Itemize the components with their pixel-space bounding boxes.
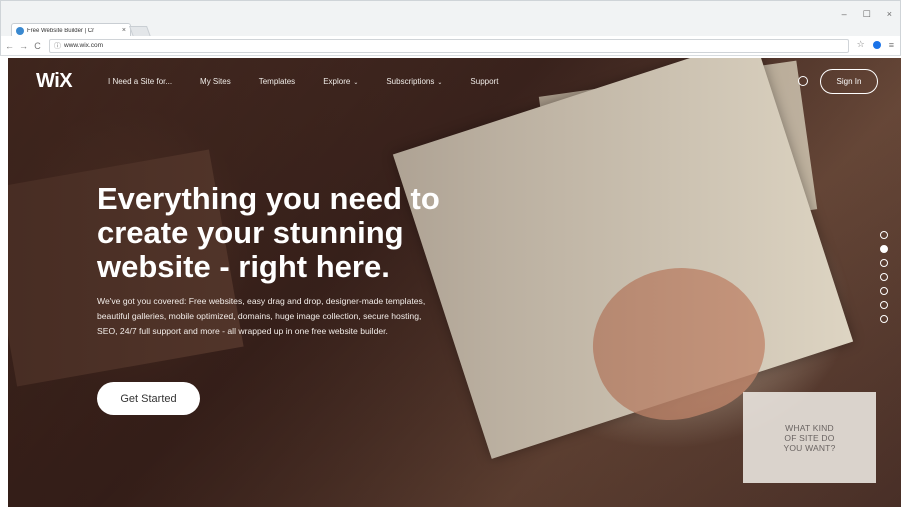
nav-item-label: My Sites bbox=[200, 77, 231, 86]
nav-item-support[interactable]: Support bbox=[470, 77, 498, 86]
window-controls: – ☐ × bbox=[842, 9, 892, 20]
menu-icon[interactable]: ≡ bbox=[889, 40, 894, 50]
url-text: www.wix.com bbox=[64, 42, 104, 49]
wix-favicon-icon bbox=[16, 26, 24, 35]
slider-dot[interactable] bbox=[880, 287, 888, 295]
nav-item-label: Subscriptions bbox=[386, 77, 435, 86]
nav-item-subscriptions[interactable]: Subscriptions ⌄ bbox=[386, 77, 442, 86]
nav-item-label: Templates bbox=[258, 77, 296, 86]
chevron-down-icon: ⌄ bbox=[353, 80, 359, 86]
get-started-button[interactable]: Get Started bbox=[97, 382, 200, 415]
slider-dot[interactable] bbox=[880, 231, 888, 239]
browser-tab[interactable]: Free Website Builder | Cr × bbox=[11, 23, 131, 37]
slider-dots bbox=[880, 231, 888, 323]
minimize-icon[interactable]: – bbox=[842, 9, 847, 20]
slider-dot[interactable] bbox=[880, 259, 888, 267]
tab-title: Free Website Builder | Cr bbox=[27, 27, 95, 34]
toolbar-actions: ☆ ≡ bbox=[857, 39, 894, 50]
nav-item-explore[interactable]: Explore ⌄ bbox=[323, 77, 358, 86]
address-bar[interactable]: ⓘ www.wix.com bbox=[49, 38, 849, 53]
nav-item-my-sites[interactable]: My Sites bbox=[200, 77, 231, 86]
language-globe-icon[interactable] bbox=[798, 76, 808, 86]
nav-item-templates[interactable]: Templates bbox=[259, 77, 295, 86]
slider-dot[interactable] bbox=[880, 315, 888, 323]
back-arrow-icon[interactable]: ← bbox=[4, 41, 15, 51]
site-header: WiX I Need a Site for... My Sites Templa… bbox=[8, 58, 901, 106]
slider-dot-active[interactable] bbox=[880, 245, 888, 253]
nav-item-need-a-site[interactable]: I Need a Site for... bbox=[108, 77, 172, 86]
site-type-card[interactable]: WHAT KIND OF SITE DO YOU WANT? bbox=[743, 392, 876, 483]
maximize-icon[interactable]: ☐ bbox=[863, 9, 871, 20]
nav-item-label: Explore bbox=[323, 77, 351, 86]
bookmark-star-icon[interactable]: ☆ bbox=[857, 39, 865, 50]
wix-logo[interactable]: WiX bbox=[36, 70, 73, 93]
slider-dot[interactable] bbox=[880, 273, 888, 281]
site-type-card-text: WHAT KIND OF SITE DO YOU WANT? bbox=[783, 422, 836, 453]
chevron-down-icon: ⌄ bbox=[437, 80, 443, 86]
wix-homepage: WiX I Need a Site for... My Sites Templa… bbox=[8, 58, 901, 507]
forward-arrow-icon[interactable]: → bbox=[18, 41, 29, 51]
hero-subtitle: We've got you covered: Free websites, ea… bbox=[97, 296, 426, 336]
main-nav: I Need a Site for... My Sites Templates … bbox=[108, 77, 498, 86]
sign-in-button[interactable]: Sign In bbox=[820, 69, 878, 94]
nav-item-label: I Need a Site for... bbox=[108, 77, 173, 86]
close-window-icon[interactable]: × bbox=[887, 9, 892, 20]
browser-toolbar: ← → C ⓘ www.wix.com ☆ ≡ bbox=[0, 36, 901, 56]
info-icon[interactable]: ⓘ bbox=[54, 41, 61, 51]
reload-icon[interactable]: C bbox=[32, 41, 43, 51]
browser-tab-bar: Free Website Builder | Cr × – ☐ × bbox=[0, 0, 901, 37]
nav-item-label: Support bbox=[470, 77, 499, 86]
slider-dot[interactable] bbox=[880, 301, 888, 309]
tab-close-icon[interactable]: × bbox=[122, 27, 126, 34]
hero-title: Everything you need to create your stunn… bbox=[97, 181, 440, 284]
extension-icon[interactable] bbox=[872, 40, 881, 49]
